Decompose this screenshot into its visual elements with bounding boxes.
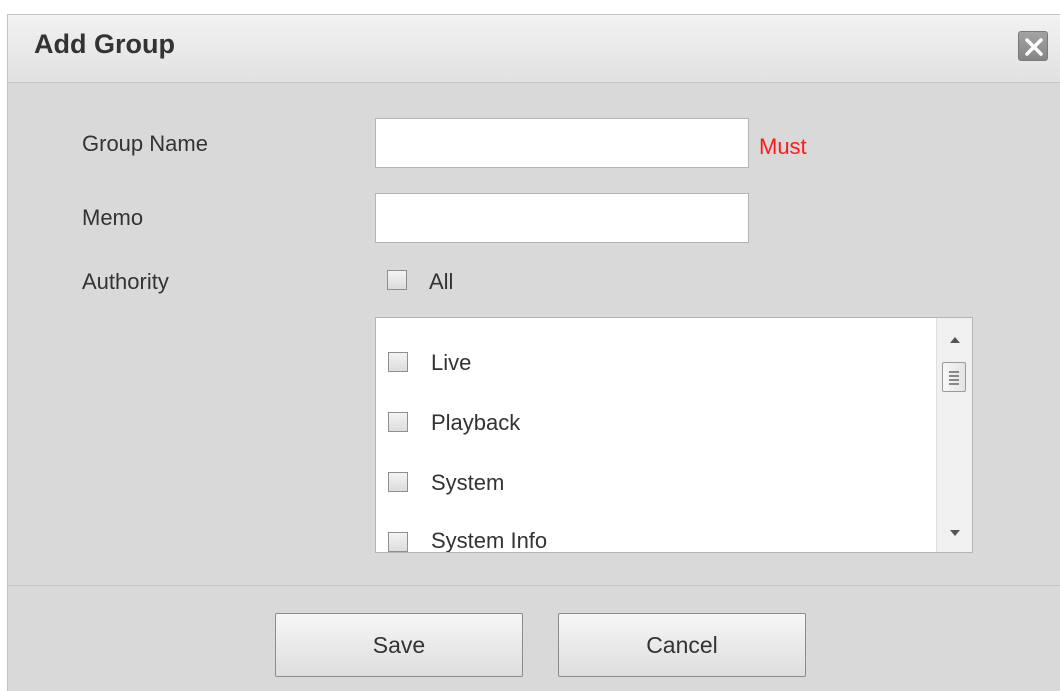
group-name-label: Group Name bbox=[82, 131, 208, 156]
system-label: System bbox=[431, 470, 505, 495]
grip-icon bbox=[949, 371, 959, 385]
save-button[interactable]: Save bbox=[275, 613, 523, 677]
all-checkbox[interactable] bbox=[387, 270, 407, 290]
list-scrollbar[interactable] bbox=[936, 318, 972, 552]
scroll-down-button[interactable] bbox=[937, 516, 972, 552]
add-group-dialog: Add Group Group Name Must Memo Authority… bbox=[7, 14, 1060, 691]
dialog-titlebar: Add Group bbox=[8, 15, 1060, 83]
arrow-up-icon bbox=[950, 337, 960, 343]
group-name-input[interactable] bbox=[375, 118, 749, 168]
live-checkbox[interactable] bbox=[388, 352, 408, 372]
all-checkbox-label: All bbox=[429, 269, 454, 294]
required-indicator: Must bbox=[759, 134, 807, 159]
authority-list[interactable]: Live Playback System System Info bbox=[375, 317, 973, 553]
dialog-footer: Save Cancel bbox=[8, 585, 1060, 691]
close-button[interactable] bbox=[1018, 31, 1048, 61]
system-info-label: System Info bbox=[431, 528, 548, 553]
dialog-title: Add Group bbox=[34, 29, 175, 59]
playback-checkbox[interactable] bbox=[388, 412, 408, 432]
system-checkbox[interactable] bbox=[388, 472, 408, 492]
cancel-button[interactable]: Cancel bbox=[558, 613, 806, 677]
live-label: Live bbox=[431, 350, 472, 375]
playback-label: Playback bbox=[431, 410, 521, 435]
scroll-thumb[interactable] bbox=[942, 362, 966, 392]
scroll-up-button[interactable] bbox=[937, 318, 972, 358]
memo-label: Memo bbox=[82, 205, 144, 230]
memo-input[interactable] bbox=[375, 193, 749, 243]
authority-label: Authority bbox=[82, 269, 169, 294]
close-icon bbox=[1025, 38, 1043, 56]
arrow-down-icon bbox=[950, 530, 960, 536]
system-info-checkbox[interactable] bbox=[388, 532, 408, 552]
